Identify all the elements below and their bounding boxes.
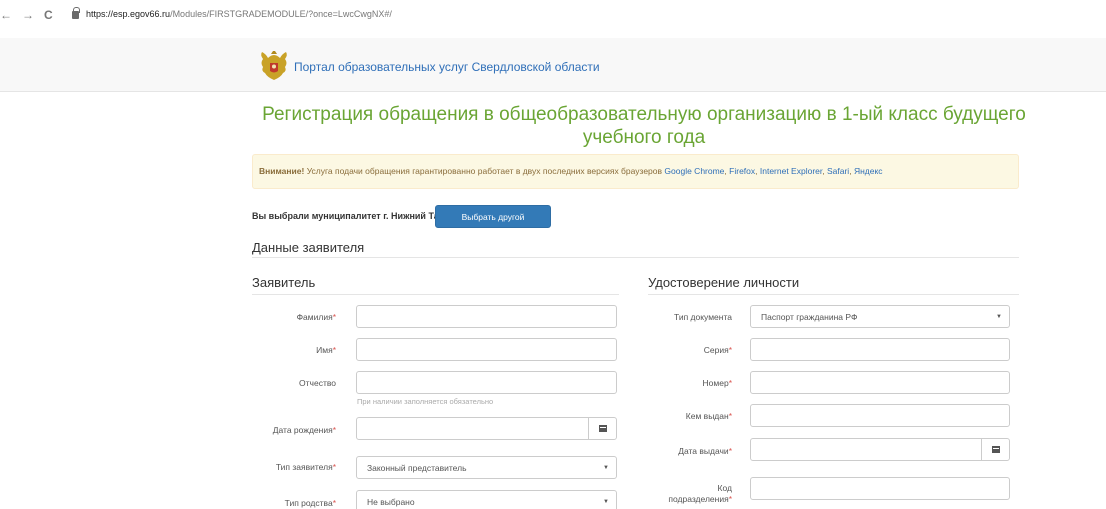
- number-input[interactable]: [750, 371, 1010, 394]
- first-name-input[interactable]: [356, 338, 617, 361]
- browser-toolbar: ← → C https://esp.egov66.ru/Modules/FIRS…: [0, 0, 1106, 30]
- issue-date-picker-button[interactable]: [981, 439, 1009, 460]
- portal-header: Портал образовательных услуг Свердловско…: [0, 38, 1106, 92]
- issued-by-input[interactable]: [750, 404, 1010, 427]
- portal-title-link[interactable]: Портал образовательных услуг Свердловско…: [294, 60, 600, 74]
- issue-date-label: Дата выдачи*: [678, 446, 732, 456]
- relation-type-label: Тип родства*: [284, 498, 336, 508]
- divider: [252, 294, 619, 295]
- back-arrow-icon[interactable]: ←: [0, 8, 12, 22]
- birth-date-label: Дата рождения*: [272, 425, 336, 435]
- page-title: Регистрация обращения в общеобразователь…: [262, 104, 1026, 148]
- link-yandex[interactable]: Яндекс: [854, 166, 883, 176]
- issue-date-input[interactable]: [750, 438, 1010, 461]
- address-bar[interactable]: https://esp.egov66.ru/Modules/FIRSTGRADE…: [86, 9, 392, 19]
- doc-type-value: Паспорт гражданина РФ: [761, 312, 858, 322]
- lock-icon: [72, 7, 80, 19]
- patronymic-help: При наличии заполняется обязательно: [357, 397, 494, 406]
- reload-icon[interactable]: C: [44, 8, 53, 22]
- link-safari[interactable]: Safari: [827, 166, 849, 176]
- applicant-type-label: Тип заявителя*: [275, 462, 336, 472]
- municipality-text: Вы выбрали муниципалитет г. Нижний Тагил: [252, 211, 454, 221]
- divider: [252, 257, 1019, 258]
- caret-down-icon: ▼: [996, 314, 1002, 320]
- applicant-type-select[interactable]: Законный представитель ▼: [356, 456, 617, 479]
- patronymic-label: Отчество: [299, 378, 336, 388]
- doc-type-select[interactable]: Паспорт гражданина РФ ▼: [750, 305, 1010, 328]
- division-code-label: Код подразделения*: [668, 483, 732, 504]
- alert-text: Услуга подачи обращения гарантированно р…: [304, 166, 665, 176]
- last-name-input[interactable]: [356, 305, 617, 328]
- url-host: https://esp.egov66.ru: [86, 9, 171, 19]
- birth-date-picker-button[interactable]: [588, 418, 616, 439]
- section-identity: Удостоверение личности: [648, 275, 800, 290]
- last-name-label: Фамилия*: [296, 312, 336, 322]
- birth-date-input[interactable]: [356, 417, 617, 440]
- series-input[interactable]: [750, 338, 1010, 361]
- link-google-chrome[interactable]: Google Chrome: [664, 166, 724, 176]
- url-path: /Modules/FIRSTGRADEMODULE/?once=LwcCwgNX…: [170, 9, 392, 19]
- first-name-label: Имя*: [316, 345, 336, 355]
- applicant-type-value: Законный представитель: [367, 463, 467, 473]
- relation-type-select[interactable]: Не выбрано ▼: [356, 490, 617, 509]
- patronymic-input[interactable]: [356, 371, 617, 394]
- series-label: Серия*: [703, 345, 732, 355]
- section-applicant-data: Данные заявителя: [252, 240, 365, 255]
- divider: [648, 294, 1019, 295]
- issued-by-label: Кем выдан*: [685, 411, 732, 421]
- caret-down-icon: ▼: [603, 499, 609, 505]
- calendar-icon: [599, 425, 607, 432]
- calendar-icon: [992, 446, 1000, 453]
- division-code-input[interactable]: [750, 477, 1010, 500]
- section-applicant: Заявитель: [252, 275, 316, 290]
- browser-support-alert: Внимание! Услуга подачи обращения гарант…: [252, 154, 1019, 189]
- alert-strong: Внимание!: [259, 166, 305, 176]
- relation-type-value: Не выбрано: [367, 497, 415, 507]
- link-internet-explorer[interactable]: Internet Explorer: [760, 166, 822, 176]
- caret-down-icon: ▼: [603, 465, 609, 471]
- doc-type-label: Тип документа: [674, 312, 732, 322]
- link-firefox[interactable]: Firefox: [729, 166, 755, 176]
- change-municipality-button[interactable]: Выбрать другой: [435, 205, 551, 228]
- forward-arrow-icon[interactable]: →: [22, 8, 34, 22]
- number-label: Номер*: [702, 378, 732, 388]
- coat-of-arms-icon[interactable]: [259, 51, 289, 83]
